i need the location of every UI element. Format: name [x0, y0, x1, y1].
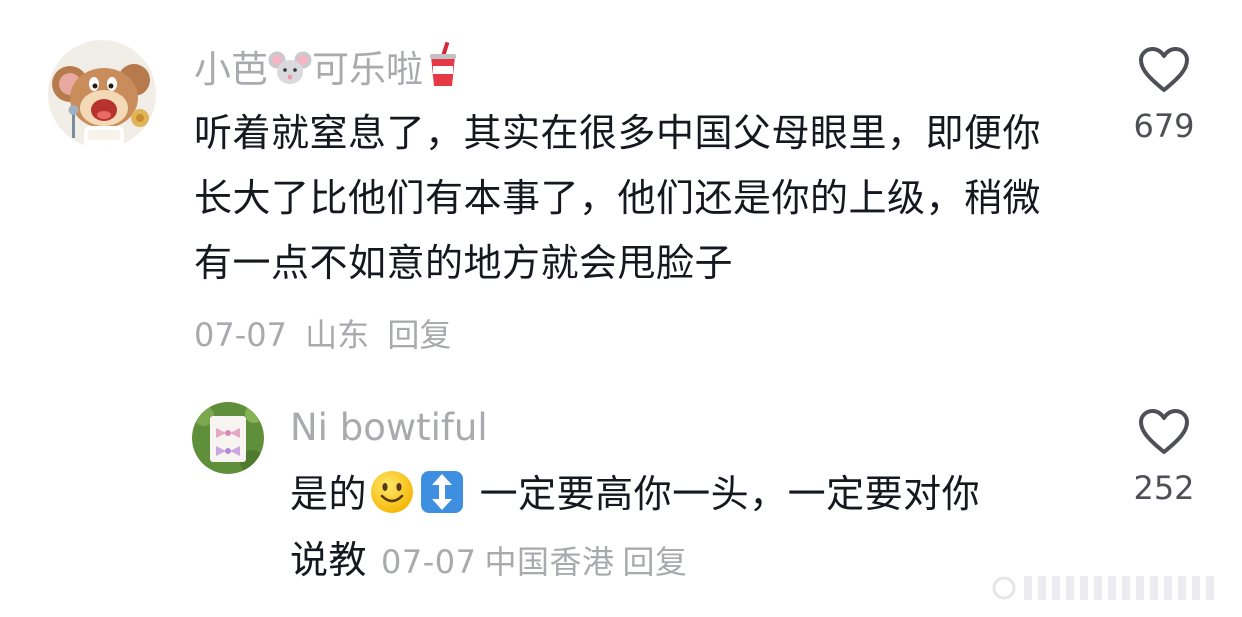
cup-with-straw-emoji-icon	[430, 41, 456, 86]
comment-date: 07-07	[194, 316, 287, 354]
hair-bow-photo-avatar-icon	[192, 402, 264, 474]
watermark-logo	[992, 576, 1214, 600]
mouse-face-emoji-icon	[268, 51, 312, 84]
slightly-smiling-face-emoji-icon	[371, 471, 414, 513]
like-button[interactable]: 679	[1104, 46, 1224, 146]
comment-meta: 07-07 中国香港 回复	[381, 543, 696, 581]
cartoon-mouse-avatar-icon	[48, 40, 156, 148]
comment-text-part: 一定要高你一头，一定要对你	[479, 472, 981, 516]
like-button[interactable]: 252	[1104, 408, 1224, 508]
comment-location: 山东	[305, 316, 370, 354]
username[interactable]: Ni bowtiful	[290, 404, 488, 452]
reply-button[interactable]: 回复	[623, 543, 688, 581]
username-text: 小芭	[194, 48, 268, 91]
comment-text: 是的 一定要高你一头，一定要对你	[290, 462, 980, 527]
comment-text: 听着就窒息了，其实在很多中国父母眼里，即便你长大了比他们有本事了，他们还是你的上…	[194, 111, 1042, 285]
avatar[interactable]	[192, 402, 264, 474]
comment-text-continued: 说教 07-07 中国香港 回复	[290, 528, 696, 595]
comment-date: 07-07	[381, 543, 477, 581]
heart-outline-icon[interactable]	[1138, 408, 1190, 456]
comment-location: 中国香港	[484, 543, 615, 581]
username[interactable]: 小芭 可乐啦	[194, 41, 463, 94]
comment-text-part: 说教	[290, 538, 368, 582]
avatar[interactable]	[48, 40, 156, 148]
up-down-arrow-emoji-icon	[421, 471, 464, 513]
reply-button[interactable]: 回复	[387, 316, 451, 354]
comment-text-part: 是的	[290, 472, 368, 516]
like-count: 252	[1133, 469, 1195, 507]
heart-outline-icon[interactable]	[1138, 46, 1190, 94]
like-count: 679	[1133, 107, 1195, 145]
comment-meta: 07-07 山东 回复	[194, 313, 459, 357]
username-text-2: 可乐啦	[312, 48, 423, 91]
